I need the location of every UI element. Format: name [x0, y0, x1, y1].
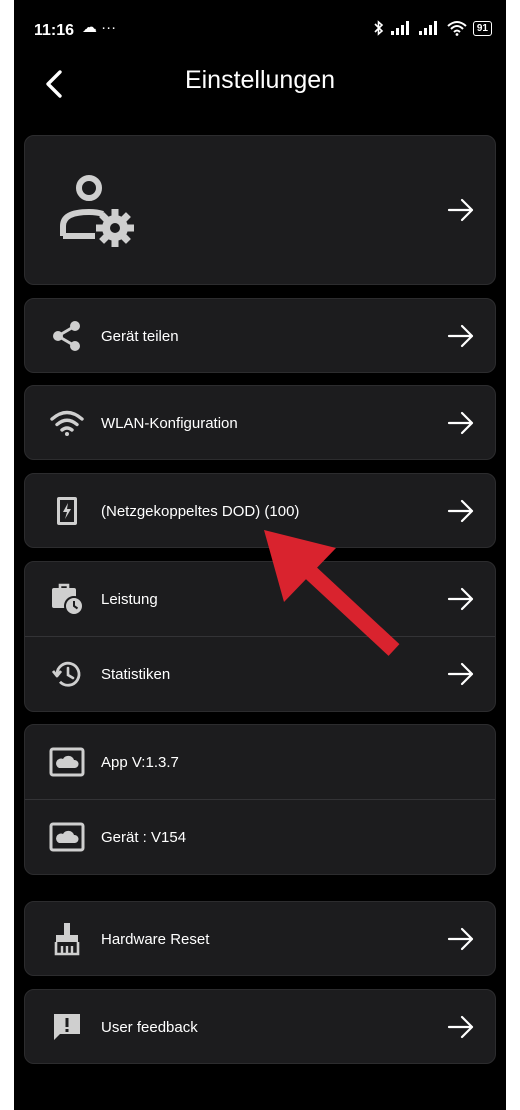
wlan-card: WLAN-Konfiguration	[24, 385, 496, 460]
share-card: Gerät teilen	[24, 298, 496, 373]
app-version-label: App V:1.3.7	[101, 753, 179, 771]
dod-label: (Netzgekoppeltes DOD) (100)	[101, 502, 300, 520]
power-label: Leistung	[101, 590, 158, 608]
cloud-box-icon	[49, 819, 85, 855]
power-row[interactable]: Leistung	[25, 562, 495, 636]
bluetooth-icon	[374, 20, 384, 36]
page-title: Einstellungen	[184, 66, 336, 94]
arrow-right-icon	[447, 662, 474, 686]
battery-indicator: 91	[472, 20, 492, 36]
feedback-icon	[49, 1009, 85, 1045]
arrow-right-icon	[447, 324, 474, 348]
user-settings-row[interactable]	[25, 136, 495, 284]
status-time: 11:16	[34, 22, 75, 39]
work-schedule-icon	[49, 581, 85, 617]
arrow-right-icon	[447, 1015, 474, 1039]
arrow-right-icon	[447, 927, 474, 951]
feedback-card: User feedback	[24, 989, 496, 1064]
user-feedback-label: User feedback	[101, 1018, 198, 1036]
app-version-row: App V:1.3.7	[25, 725, 495, 799]
share-device-row[interactable]: Gerät teilen	[25, 299, 495, 373]
arrow-right-icon	[447, 411, 474, 435]
share-icon	[49, 318, 85, 354]
device-version-row: Gerät : V154	[25, 799, 495, 874]
version-card: App V:1.3.7 Gerät : V154	[24, 724, 496, 875]
hardware-reset-row[interactable]: Hardware Reset	[25, 902, 495, 976]
history-icon	[49, 656, 85, 692]
wlan-config-label: WLAN-Konfiguration	[101, 414, 238, 432]
dod-row[interactable]: (Netzgekoppeltes DOD) (100)	[25, 474, 495, 548]
user-feedback-row[interactable]: User feedback	[25, 990, 495, 1064]
cloud-box-icon	[49, 744, 85, 780]
statistics-row[interactable]: Statistiken	[25, 636, 495, 711]
cleaning-brush-icon	[49, 921, 85, 957]
wifi-status-icon	[447, 21, 467, 36]
wifi-icon	[49, 405, 85, 441]
signal-icon-2	[418, 21, 437, 35]
arrow-right-icon	[447, 587, 474, 611]
signal-icon	[390, 21, 409, 35]
dod-card: (Netzgekoppeltes DOD) (100)	[24, 473, 496, 548]
reset-card: Hardware Reset	[24, 901, 496, 976]
performance-card: Leistung Statistiken	[24, 561, 496, 712]
status-notification-icons: ☁ ···	[82, 19, 117, 36]
app-header: Einstellungen	[14, 56, 506, 112]
profile-card	[24, 135, 496, 285]
arrow-right-icon	[447, 198, 474, 222]
hardware-reset-label: Hardware Reset	[101, 930, 210, 948]
status-bar: 11:16 ☁ ··· 91	[14, 0, 506, 56]
statistics-label: Statistiken	[101, 665, 171, 683]
user-settings-icon	[51, 170, 141, 250]
battery-charge-icon	[49, 493, 85, 529]
status-right-icons: 91	[373, 20, 492, 36]
device-version-label: Gerät : V154	[101, 828, 187, 846]
wlan-config-row[interactable]: WLAN-Konfiguration	[25, 386, 495, 460]
arrow-right-icon	[447, 499, 474, 523]
share-device-label: Gerät teilen	[101, 327, 179, 345]
phone-screen: 11:16 ☁ ··· 91 Einstellungen Gerät teile…	[14, 0, 506, 1110]
